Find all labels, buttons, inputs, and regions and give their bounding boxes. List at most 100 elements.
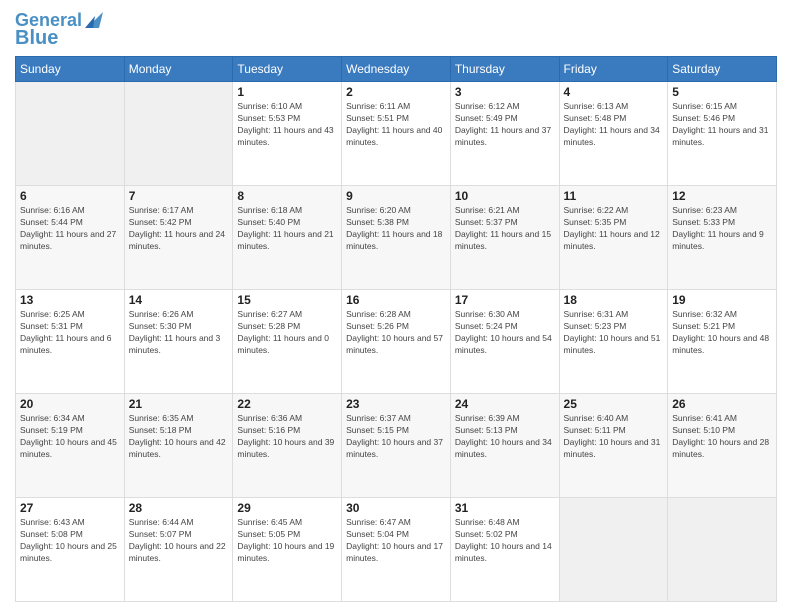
day-info: Sunrise: 6:39 AMSunset: 5:13 PMDaylight:…	[455, 413, 555, 461]
day-number: 27	[20, 501, 120, 515]
day-number: 26	[672, 397, 772, 411]
day-number: 2	[346, 85, 446, 99]
weekday-header-friday: Friday	[559, 57, 668, 82]
day-info: Sunrise: 6:21 AMSunset: 5:37 PMDaylight:…	[455, 205, 555, 253]
day-number: 19	[672, 293, 772, 307]
calendar-cell: 6 Sunrise: 6:16 AMSunset: 5:44 PMDaylight…	[16, 186, 125, 290]
calendar-table: SundayMondayTuesdayWednesdayThursdayFrid…	[15, 56, 777, 602]
day-info: Sunrise: 6:28 AMSunset: 5:26 PMDaylight:…	[346, 309, 446, 357]
calendar-cell: 8Sunrise: 6:18 AMSunset: 5:40 PMDaylight…	[233, 186, 342, 290]
day-number: 14	[129, 293, 229, 307]
day-number: 6	[20, 189, 120, 203]
weekday-header-saturday: Saturday	[668, 57, 777, 82]
day-info: Sunrise: 6:43 AMSunset: 5:08 PMDaylight:…	[20, 517, 120, 565]
weekday-header-sunday: Sunday	[16, 57, 125, 82]
day-info: Sunrise: 6:17 AMSunset: 5:42 PMDaylight:…	[129, 205, 229, 253]
calendar-cell: 7 Sunrise: 6:17 AMSunset: 5:42 PMDaylight…	[124, 186, 233, 290]
day-info: Sunrise: 6:15 AMSunset: 5:46 PMDaylight:…	[672, 101, 772, 149]
calendar-cell: 24 Sunrise: 6:39 AMSunset: 5:13 PMDayligh…	[450, 394, 559, 498]
calendar-cell: 3 Sunrise: 6:12 AMSunset: 5:49 PMDaylight…	[450, 82, 559, 186]
day-number: 22	[237, 397, 337, 411]
calendar-cell: 4 Sunrise: 6:13 AMSunset: 5:48 PMDaylight…	[559, 82, 668, 186]
logo: General Blue	[15, 10, 103, 48]
day-number: 12	[672, 189, 772, 203]
day-info: Sunrise: 6:37 AMSunset: 5:15 PMDaylight:…	[346, 413, 446, 461]
calendar-cell: 16 Sunrise: 6:28 AMSunset: 5:26 PMDayligh…	[342, 290, 451, 394]
day-number: 7	[129, 189, 229, 203]
calendar-cell	[559, 498, 668, 602]
day-info: Sunrise: 6:23 AMSunset: 5:33 PMDaylight:…	[672, 205, 772, 253]
day-info: Sunrise: 6:36 AMSunset: 5:16 PMDaylight:…	[237, 413, 337, 461]
day-info: Sunrise: 6:48 AMSunset: 5:02 PMDaylight:…	[455, 517, 555, 565]
weekday-header-row: SundayMondayTuesdayWednesdayThursdayFrid…	[16, 57, 777, 82]
day-number: 8	[237, 189, 337, 203]
day-number: 24	[455, 397, 555, 411]
day-number: 31	[455, 501, 555, 515]
calendar-cell: 15 Sunrise: 6:27 AMSunset: 5:28 PMDayligh…	[233, 290, 342, 394]
calendar-cell: 26 Sunrise: 6:41 AMSunset: 5:10 PMDayligh…	[668, 394, 777, 498]
day-info: Sunrise: 6:27 AMSunset: 5:28 PMDaylight:…	[237, 309, 337, 357]
day-info: Sunrise: 6:30 AMSunset: 5:24 PMDaylight:…	[455, 309, 555, 357]
day-number: 23	[346, 397, 446, 411]
calendar-cell: 2 Sunrise: 6:11 AMSunset: 5:51 PMDaylight…	[342, 82, 451, 186]
weekday-header-wednesday: Wednesday	[342, 57, 451, 82]
weekday-header-thursday: Thursday	[450, 57, 559, 82]
calendar-cell: 22 Sunrise: 6:36 AMSunset: 5:16 PMDayligh…	[233, 394, 342, 498]
calendar-cell: 27 Sunrise: 6:43 AMSunset: 5:08 PMDayligh…	[16, 498, 125, 602]
day-number: 25	[564, 397, 664, 411]
calendar-cell: 29Sunrise: 6:45 AMSunset: 5:05 PMDayligh…	[233, 498, 342, 602]
calendar-week-row: 20Sunrise: 6:34 AMSunset: 5:19 PMDayligh…	[16, 394, 777, 498]
calendar-cell: 17Sunrise: 6:30 AMSunset: 5:24 PMDayligh…	[450, 290, 559, 394]
day-info: Sunrise: 6:41 AMSunset: 5:10 PMDaylight:…	[672, 413, 772, 461]
day-info: Sunrise: 6:25 AMSunset: 5:31 PMDaylight:…	[20, 309, 120, 357]
calendar-cell: 10 Sunrise: 6:21 AMSunset: 5:37 PMDayligh…	[450, 186, 559, 290]
day-info: Sunrise: 6:26 AMSunset: 5:30 PMDaylight:…	[129, 309, 229, 357]
calendar-cell: 30 Sunrise: 6:47 AMSunset: 5:04 PMDayligh…	[342, 498, 451, 602]
day-info: Sunrise: 6:47 AMSunset: 5:04 PMDaylight:…	[346, 517, 446, 565]
day-number: 20	[20, 397, 120, 411]
calendar-cell: 1Sunrise: 6:10 AMSunset: 5:53 PMDaylight…	[233, 82, 342, 186]
calendar-cell: 21 Sunrise: 6:35 AMSunset: 5:18 PMDayligh…	[124, 394, 233, 498]
day-number: 15	[237, 293, 337, 307]
page: General Blue SundayMondayTuesdayWednesda…	[0, 0, 792, 612]
day-number: 21	[129, 397, 229, 411]
calendar-cell: 14 Sunrise: 6:26 AMSunset: 5:30 PMDayligh…	[124, 290, 233, 394]
day-number: 3	[455, 85, 555, 99]
calendar-cell: 23 Sunrise: 6:37 AMSunset: 5:15 PMDayligh…	[342, 394, 451, 498]
calendar-cell: 20Sunrise: 6:34 AMSunset: 5:19 PMDayligh…	[16, 394, 125, 498]
calendar-week-row: 13 Sunrise: 6:25 AMSunset: 5:31 PMDayligh…	[16, 290, 777, 394]
calendar-cell: 31 Sunrise: 6:48 AMSunset: 5:02 PMDayligh…	[450, 498, 559, 602]
day-number: 28	[129, 501, 229, 515]
calendar-cell: 19 Sunrise: 6:32 AMSunset: 5:21 PMDayligh…	[668, 290, 777, 394]
day-info: Sunrise: 6:45 AMSunset: 5:05 PMDaylight:…	[237, 517, 337, 565]
day-info: Sunrise: 6:32 AMSunset: 5:21 PMDaylight:…	[672, 309, 772, 357]
day-info: Sunrise: 6:13 AMSunset: 5:48 PMDaylight:…	[564, 101, 664, 149]
day-info: Sunrise: 6:11 AMSunset: 5:51 PMDaylight:…	[346, 101, 446, 149]
calendar-cell: 25 Sunrise: 6:40 AMSunset: 5:11 PMDayligh…	[559, 394, 668, 498]
day-number: 18	[564, 293, 664, 307]
calendar-cell: 5Sunrise: 6:15 AMSunset: 5:46 PMDaylight…	[668, 82, 777, 186]
day-number: 10	[455, 189, 555, 203]
day-number: 4	[564, 85, 664, 99]
day-number: 16	[346, 293, 446, 307]
calendar-cell: 12 Sunrise: 6:23 AMSunset: 5:33 PMDayligh…	[668, 186, 777, 290]
day-info: Sunrise: 6:12 AMSunset: 5:49 PMDaylight:…	[455, 101, 555, 149]
day-info: Sunrise: 6:16 AMSunset: 5:44 PMDaylight:…	[20, 205, 120, 253]
calendar-week-row: 27 Sunrise: 6:43 AMSunset: 5:08 PMDayligh…	[16, 498, 777, 602]
calendar-week-row: 6 Sunrise: 6:16 AMSunset: 5:44 PMDaylight…	[16, 186, 777, 290]
calendar-cell: 28Sunrise: 6:44 AMSunset: 5:07 PMDayligh…	[124, 498, 233, 602]
day-info: Sunrise: 6:40 AMSunset: 5:11 PMDaylight:…	[564, 413, 664, 461]
calendar-week-row: 1Sunrise: 6:10 AMSunset: 5:53 PMDaylight…	[16, 82, 777, 186]
calendar-cell	[16, 82, 125, 186]
calendar-cell: 18Sunrise: 6:31 AMSunset: 5:23 PMDayligh…	[559, 290, 668, 394]
day-number: 13	[20, 293, 120, 307]
weekday-header-monday: Monday	[124, 57, 233, 82]
day-info: Sunrise: 6:35 AMSunset: 5:18 PMDaylight:…	[129, 413, 229, 461]
day-info: Sunrise: 6:22 AMSunset: 5:35 PMDaylight:…	[564, 205, 664, 253]
weekday-header-tuesday: Tuesday	[233, 57, 342, 82]
logo-bird-icon	[85, 8, 103, 30]
calendar-cell	[124, 82, 233, 186]
day-number: 30	[346, 501, 446, 515]
day-number: 11	[564, 189, 664, 203]
logo-text-blue: Blue	[15, 28, 58, 48]
